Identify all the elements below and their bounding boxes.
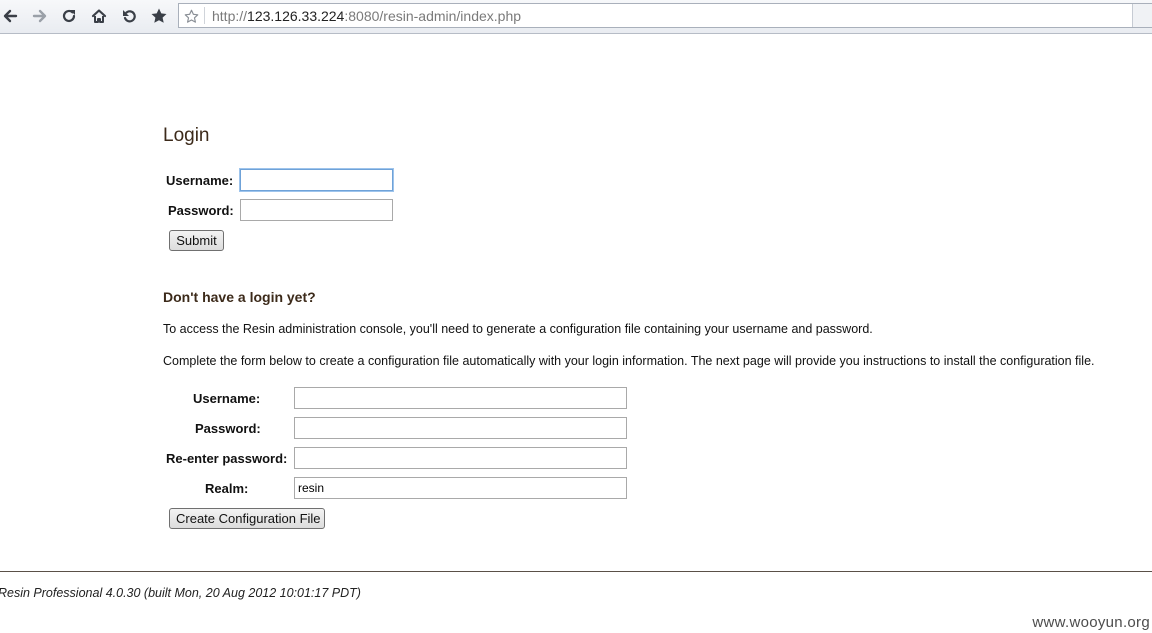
url-host: 123.126.33.224 [247,8,345,24]
signup-username-input[interactable] [294,387,627,409]
signup-instructions-text: Complete the form below to create a conf… [163,354,1095,368]
footer-version: Resin Professional 4.0.30 (built Mon, 20… [0,586,361,600]
address-separator [204,7,205,24]
bookmark-star-icon[interactable] [149,6,169,26]
address-bar[interactable]: http://123.126.33.224:8080/resin-admin/i… [178,3,1152,28]
create-configuration-button[interactable]: Create Configuration File [169,508,325,529]
login-password-label: Password: [168,203,234,218]
browser-toolbar: http://123.126.33.224:8080/resin-admin/i… [0,0,1152,34]
signup-username-label: Username: [193,391,261,406]
signup-realm-input[interactable] [294,477,627,499]
login-username-label: Username: [166,173,234,188]
url-text[interactable]: http://123.126.33.224:8080/resin-admin/i… [212,8,521,24]
footer-divider [0,571,1152,572]
signup-heading: Don't have a login yet? [163,289,316,305]
home-icon[interactable] [89,6,109,26]
login-username-input[interactable] [240,169,393,191]
signup-password-input[interactable] [294,417,627,439]
reload-icon[interactable] [59,6,79,26]
url-prefix: http:// [212,8,248,24]
back-arrow-icon[interactable] [0,6,20,26]
forward-arrow-icon[interactable] [30,6,50,26]
login-password-input[interactable] [240,199,393,221]
page-title: Login [163,125,210,146]
url-path: :8080/resin-admin/index.php [344,8,522,24]
signup-reenter-input[interactable] [294,447,627,469]
signup-password-label: Password: [195,421,261,436]
signup-realm-label: Realm: [205,481,249,496]
signup-intro-text: To access the Resin administration conso… [163,322,873,336]
undo-icon[interactable] [119,6,139,26]
watermark: www.wooyun.org [1032,614,1150,631]
page-star-icon[interactable] [181,6,201,26]
address-bar-end [1132,4,1152,27]
submit-button[interactable]: Submit [169,230,224,251]
signup-reenter-label: Re-enter password: [166,451,288,466]
